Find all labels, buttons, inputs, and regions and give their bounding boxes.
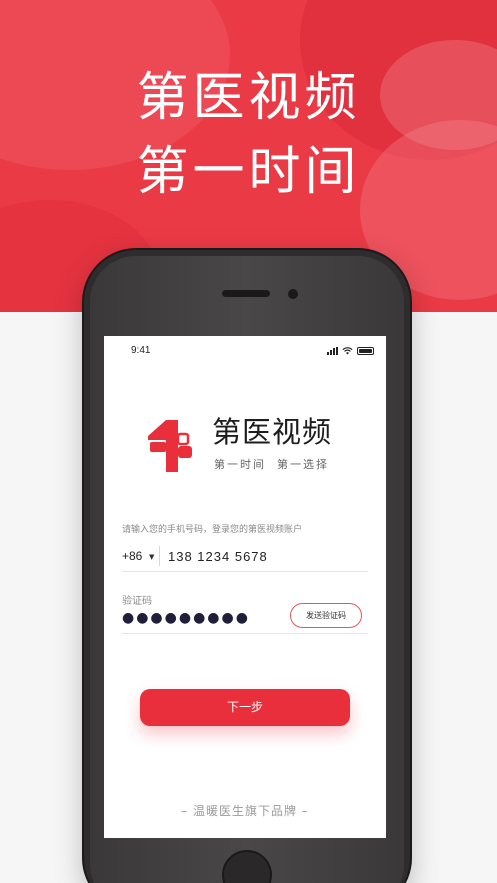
banner-headline-line1: 第医视频 — [136, 68, 361, 128]
battery-icon — [357, 347, 374, 355]
banner-headline-line2: 第一时间 — [136, 142, 361, 202]
logo-mark-icon — [148, 420, 192, 472]
phone-mockup: 9:41 第医视频 第一时间 第一选择 请输入您的手机号码，登录您的第医视频账户… — [84, 250, 410, 883]
divider — [159, 546, 160, 566]
verification-code-row: ●●●●●●●●● 发送验证码 — [122, 603, 368, 634]
phone-number-input[interactable] — [168, 545, 358, 567]
logo-slogan: 第一时间 第一选择 — [214, 458, 329, 471]
signal-icon — [327, 347, 338, 355]
phone-screen: 9:41 第医视频 第一时间 第一选择 请输入您的手机号码，登录您的第医视频账户… — [104, 336, 386, 838]
country-code-selector[interactable]: +86 — [122, 549, 142, 563]
phone-number-row: +86 ▼ — [122, 544, 368, 572]
phone-speaker — [222, 290, 270, 297]
phone-camera — [288, 289, 298, 299]
send-code-button[interactable]: 发送验证码 — [290, 603, 362, 628]
wifi-icon — [342, 347, 353, 355]
logo-title: 第医视频 — [212, 415, 333, 449]
status-bar: 9:41 — [104, 336, 386, 370]
verification-code-input[interactable]: ●●●●●●●●● — [122, 611, 250, 625]
status-time: 9:41 — [131, 345, 151, 356]
next-step-button[interactable]: 下一步 — [140, 689, 350, 726]
login-prompt: 请输入您的手机号码，登录您的第医视频账户 — [122, 525, 303, 535]
status-icons — [327, 347, 374, 355]
app-logo: 第医视频 第一时间 第一选择 — [144, 416, 364, 476]
brand-footer: – 温暖医生旗下品牌 – — [181, 804, 309, 818]
chevron-down-icon[interactable]: ▼ — [149, 553, 154, 561]
